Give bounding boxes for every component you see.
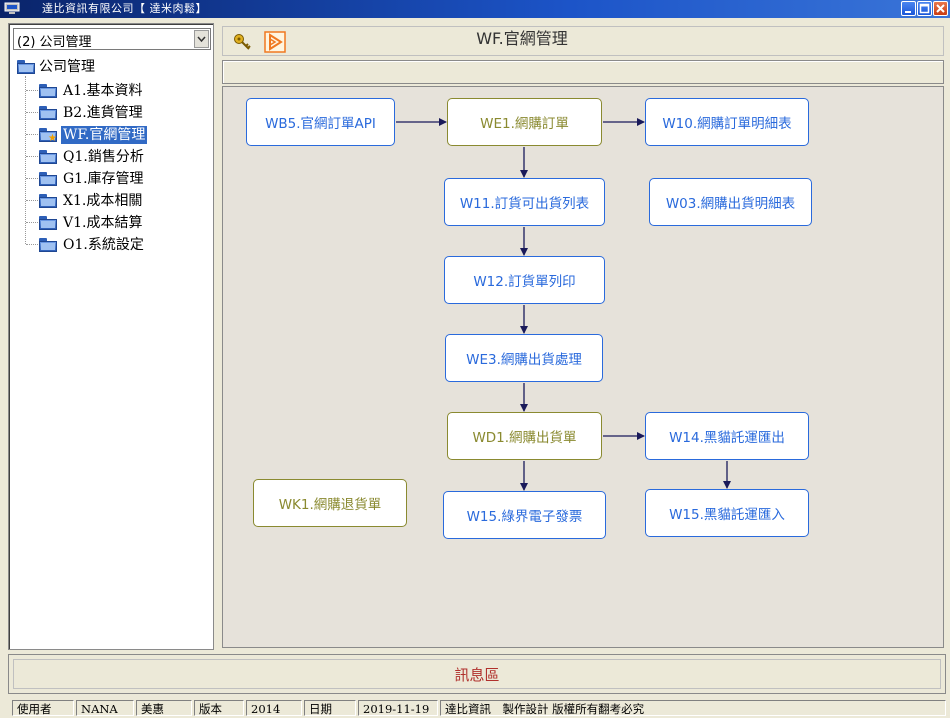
flow-node-w11[interactable]: W11.訂貨可出貨列表: [444, 178, 605, 226]
navigation-panel: (2) 公司管理 公司管理 A1.基本資料 B2.進貨管理 ★ WF.官網管理 Q1.銷…: [8, 23, 214, 650]
window-title: 達比資訊有限公司【 達米肉鬆】: [42, 2, 207, 15]
tree-item-label[interactable]: A1.基本資料: [63, 82, 142, 100]
flow-node-wd1[interactable]: WD1.網購出貨單: [447, 412, 602, 460]
title-bar: 達比資訊有限公司【 達米肉鬆】: [0, 0, 950, 18]
status-user-name: 美惠: [136, 700, 192, 716]
flow-node-w12[interactable]: W12.訂貨單列印: [444, 256, 605, 304]
flow-node-w15-import[interactable]: W15.黑貓託運匯入: [645, 489, 809, 537]
folder-star-icon: ★: [39, 128, 57, 144]
status-user-id: NANA: [76, 700, 134, 716]
dropdown-button[interactable]: [194, 30, 209, 48]
maximize-button[interactable]: [917, 1, 932, 16]
flow-node-w14[interactable]: W14.黑貓託運匯出: [645, 412, 809, 460]
tree-item-label[interactable]: X1.成本相關: [63, 192, 142, 210]
status-user-label: 使用者: [12, 700, 74, 716]
message-area-label: 訊息區: [13, 659, 941, 689]
chevron-down-icon: [197, 36, 206, 43]
tree-guide-line: [26, 90, 38, 91]
tree-item-label[interactable]: WF.官網管理: [61, 126, 148, 144]
tree-guide-line: [26, 178, 38, 179]
folder-icon: [39, 106, 57, 120]
close-icon: [936, 4, 945, 13]
tree-item-label[interactable]: B2.進貨管理: [63, 104, 143, 122]
module-select-value: (2) 公司管理: [17, 35, 92, 50]
minimize-button[interactable]: [901, 1, 916, 16]
tree-guide-line: [25, 76, 26, 244]
page-title: WF.官網管理: [476, 29, 568, 48]
message-area: 訊息區: [8, 654, 946, 694]
tree-root-label[interactable]: 公司管理: [39, 58, 95, 76]
minimize-icon: [905, 11, 911, 13]
folder-icon: [39, 150, 57, 164]
tree-guide-line: [26, 244, 38, 245]
tree-guide-line: [26, 200, 38, 201]
flow-node-wb5[interactable]: WB5.官網訂單API: [246, 98, 395, 146]
tree-guide-line: [26, 112, 38, 113]
status-version-label: 版本: [194, 700, 244, 716]
tree-item-label[interactable]: V1.成本結算: [63, 214, 142, 232]
tree-guide-line: [26, 156, 38, 157]
flow-node-we1[interactable]: WE1.網購訂單: [447, 98, 602, 146]
folder-icon: [39, 216, 57, 230]
folder-icon: [39, 238, 57, 252]
module-select[interactable]: (2) 公司管理: [13, 28, 211, 50]
status-date: 2019-11-19: [358, 700, 438, 716]
tree-guide-line: [26, 222, 38, 223]
status-copyright: 達比資訊 製作設計 版權所有翻考必究: [440, 700, 946, 716]
folder-icon: [39, 194, 57, 208]
tree-guide-line: [26, 134, 38, 135]
tree-item-label[interactable]: G1.庫存管理: [63, 170, 144, 188]
folder-open-icon: [17, 60, 35, 74]
folder-icon: [39, 172, 57, 186]
sub-toolbar: [222, 60, 944, 84]
folder-icon: [39, 84, 57, 98]
status-date-label: 日期: [304, 700, 356, 716]
tree-item-label[interactable]: O1.系統設定: [63, 236, 144, 254]
flow-node-we3[interactable]: WE3.網購出貨處理: [445, 334, 603, 382]
flow-node-w15-einvoice[interactable]: W15.綠界電子發票: [443, 491, 606, 539]
tree-item-label[interactable]: Q1.銷售分析: [63, 148, 144, 166]
maximize-icon: [919, 3, 930, 14]
flow-node-wk1[interactable]: WK1.網購退貨單: [253, 479, 407, 527]
flow-node-w10[interactable]: W10.網購訂單明細表: [645, 98, 809, 146]
flow-node-w03[interactable]: W03.網購出貨明細表: [649, 178, 812, 226]
close-button[interactable]: [933, 1, 948, 16]
status-bar: 使用者 NANA 美惠 版本 2014 日期 2019-11-19 達比資訊 製…: [0, 698, 950, 718]
status-version: 2014: [246, 700, 302, 716]
app-icon: [4, 2, 20, 14]
